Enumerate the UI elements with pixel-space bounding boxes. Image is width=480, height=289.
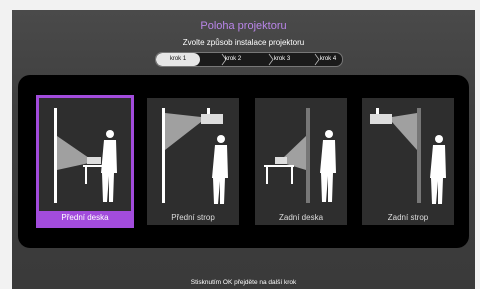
option-rear-ceiling[interactable]: Zadní strop xyxy=(362,98,454,225)
step-3: krok 3 xyxy=(273,56,291,62)
option-label: Zadní deska xyxy=(278,213,324,222)
option-rear-table[interactable]: Zadní deska xyxy=(255,98,347,225)
installation-options-panel: Přední deska Přední strop Zadní deska Za… xyxy=(18,75,469,248)
projector-osd-screen: Poloha projektoru Zvolte způsob instalac… xyxy=(12,10,475,289)
option-label: Přední strop xyxy=(171,213,215,222)
page-title: Poloha projektoru xyxy=(200,20,287,32)
step-1: krok 1 xyxy=(156,53,200,66)
step-2: krok 2 xyxy=(224,56,242,62)
page-subtitle: Zvolte způsob instalace projektoru xyxy=(182,38,305,47)
footer-hint: Stisknutím OK přejděte na další krok xyxy=(190,279,297,286)
rear-table-illustration-icon xyxy=(264,108,336,203)
option-label: Přední deska xyxy=(39,211,131,225)
step-progress: krok 1 krok 2 krok 3 krok 4 xyxy=(155,52,343,67)
rear-ceiling-illustration-icon xyxy=(370,108,446,204)
option-front-ceiling[interactable]: Přední strop xyxy=(147,98,239,225)
option-front-table[interactable]: Přední deska xyxy=(39,98,131,225)
step-4: krok 4 xyxy=(319,56,337,62)
option-label: Zadní strop xyxy=(387,213,429,222)
front-table-illustration-icon xyxy=(54,108,117,203)
front-ceiling-illustration-icon xyxy=(162,108,228,204)
